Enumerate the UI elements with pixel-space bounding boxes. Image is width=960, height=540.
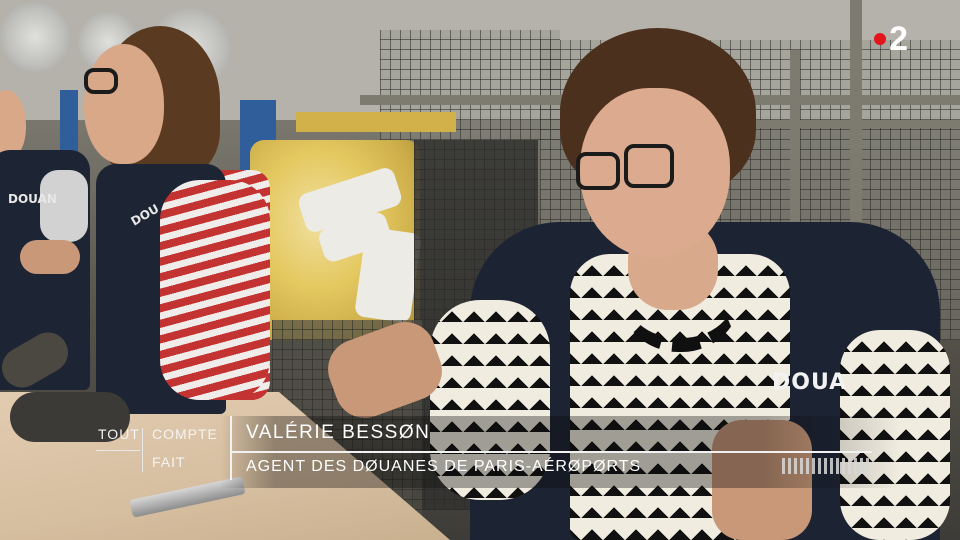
lower-third-divider [230, 416, 232, 480]
channel-logo: 2 [874, 22, 908, 56]
speaker-glasses-left [576, 152, 620, 190]
channel-logo-number: 2 [889, 20, 908, 58]
lower-third-tick-decoration [782, 458, 872, 474]
person-role: AGENT DES DØUANES DE PARIS-AÉRØPØRTS [246, 458, 642, 475]
person-name: VALÉRIE BESSØN [246, 422, 431, 443]
worker-left-arm [20, 240, 80, 274]
worker-middle-glasses [84, 68, 118, 94]
fan-left [0, 2, 70, 72]
show-title-divider-horizontal [96, 450, 140, 451]
show-title-divider-vertical [142, 428, 143, 472]
show-title: TOUT COMPTE FAIT [96, 424, 222, 476]
speaker-glasses-right [624, 144, 674, 188]
video-frame: DOUAN DOU DOUA 2 TOUT COMPTE FAIT VALÉRI… [0, 0, 960, 540]
lower-third: TOUT COMPTE FAIT VALÉRIE BESSØN AGENT DE… [0, 414, 960, 494]
show-title-word-1: TOUT [98, 426, 140, 442]
lower-third-rule [232, 451, 872, 453]
speaker-vest-label: DOUA [772, 370, 848, 395]
channel-logo-dot-icon [874, 33, 887, 45]
worker-middle-sleeve [160, 180, 270, 400]
worker-middle-face [84, 44, 164, 164]
show-title-word-2: COMPTE [152, 426, 218, 442]
worker-left-sleeve [40, 170, 88, 242]
yellow-rail [296, 112, 456, 132]
show-title-word-3: FAIT [152, 454, 186, 470]
worker-left-vest-label: DOUAN [8, 192, 57, 206]
